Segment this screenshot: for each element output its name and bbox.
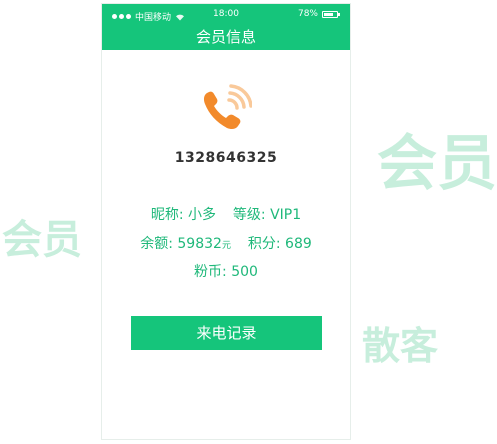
balance-label: 余额: (140, 236, 173, 252)
coins-label: 粉币: (194, 264, 227, 280)
member-info-line-1: 昵称: 小多 等级: VIP1 (102, 204, 350, 224)
caller-phone-number: 1328646325 (174, 150, 278, 166)
coins-value: 500 (231, 264, 258, 280)
floating-label-vip-small: 会员 (2, 217, 82, 263)
nickname-value: 小多 (188, 207, 217, 223)
battery-icon (322, 10, 340, 18)
points-value: 689 (285, 236, 312, 252)
status-right: 78% (297, 9, 340, 19)
floating-label-guest: 散客 (362, 324, 439, 368)
canvas: 会员 会员 散客 中国移动 18:00 78% 会员信息 1328646325 … (0, 0, 497, 444)
phone-frame: 中国移动 18:00 78% 会员信息 1328646325 昵称: 小多 等级… (101, 3, 351, 440)
nickname-label: 昵称: (150, 207, 184, 223)
phone-ringing-icon (203, 84, 252, 130)
floating-label-vip: 会员 (377, 129, 497, 199)
battery-percent: 78% (297, 9, 318, 19)
level-value: VIP1 (270, 207, 302, 223)
call-record-button[interactable]: 来电记录 (131, 316, 322, 350)
battery-level (324, 12, 334, 16)
balance-unit: 元 (221, 241, 231, 251)
status-bar: 中国移动 18:00 78% (102, 4, 350, 26)
points-label: 积分: (247, 236, 281, 252)
nav-title: 会员信息 (102, 26, 350, 50)
member-info-line-3: 粉币: 500 (102, 261, 350, 281)
balance-value: 59832 (177, 236, 222, 252)
level-label: 等级: (232, 207, 266, 223)
member-info-line-2: 余额: 59832元 积分: 689 (102, 233, 350, 253)
